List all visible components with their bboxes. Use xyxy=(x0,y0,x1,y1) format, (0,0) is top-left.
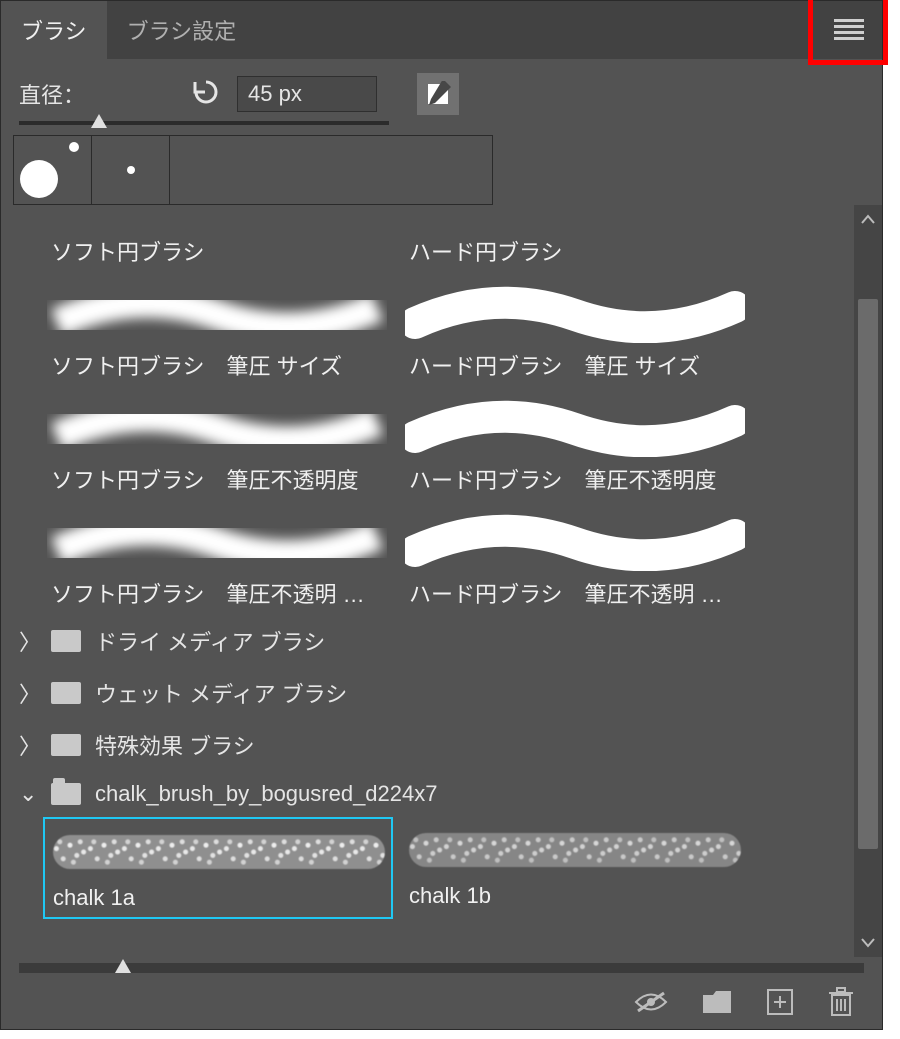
delete-brush-button[interactable] xyxy=(828,987,854,1022)
folder-label: 特殊効果 ブラシ xyxy=(95,729,255,761)
chevron-up-icon xyxy=(861,214,875,224)
folder-open-icon xyxy=(51,783,81,805)
brush-item-hard-3[interactable]: ハード円ブラシ 筆圧不透明 … xyxy=(401,501,751,615)
brush-label: chalk 1b xyxy=(401,883,751,909)
brush-item-soft-1[interactable]: ソフト円ブラシ 筆圧 サイズ xyxy=(43,273,393,387)
brush-label: ハード円ブラシ 筆圧 サイズ xyxy=(401,349,751,381)
new-page-icon xyxy=(766,988,794,1016)
trash-icon xyxy=(828,987,854,1017)
panel-tabs: ブラシ ブラシ設定 xyxy=(1,1,882,59)
folder-icon xyxy=(51,630,81,652)
folder-chalk[interactable]: ⌄ chalk_brush_by_bogusred_d224x7 xyxy=(15,771,848,817)
eye-strike-icon xyxy=(634,991,668,1013)
chevron-down-icon xyxy=(861,938,875,948)
new-brush-button[interactable] xyxy=(766,988,794,1021)
tab-brushes[interactable]: ブラシ xyxy=(1,1,107,59)
brush-label: ソフト円ブラシ 筆圧不透明度 xyxy=(43,463,393,495)
brush-tip-large[interactable] xyxy=(14,136,92,204)
brush-label: ソフト円ブラシ 筆圧 サイズ xyxy=(43,349,393,381)
folder-icon xyxy=(51,682,81,704)
brush-label: chalk 1a xyxy=(45,885,391,911)
size-row: 直径： xyxy=(1,59,882,115)
brush-item-soft-3[interactable]: ソフト円ブラシ 筆圧不透明 … xyxy=(43,501,393,615)
brush-item-hard-1[interactable]: ハード円ブラシ 筆圧 サイズ xyxy=(401,273,751,387)
size-slider[interactable] xyxy=(1,115,882,135)
panel-menu-button[interactable] xyxy=(821,7,877,53)
folder-special-effects[interactable]: 〉 特殊効果 ブラシ xyxy=(15,719,848,771)
brush-item-hard-2[interactable]: ハード円ブラシ 筆圧不透明度 xyxy=(401,387,751,501)
brush-item-hard-0[interactable]: ハード円ブラシ xyxy=(401,209,751,273)
hamburger-icon xyxy=(834,19,864,41)
vertical-scrollbar[interactable] xyxy=(854,205,882,957)
brush-stroke-preview xyxy=(170,136,492,204)
brush-label: ハード円ブラシ 筆圧不透明 … xyxy=(401,577,751,609)
brush-item-chalk-1b[interactable]: chalk 1b xyxy=(401,817,751,919)
create-brush-button[interactable] xyxy=(417,73,459,115)
scroll-thumb[interactable] xyxy=(858,299,878,849)
thumbnail-size-slider[interactable] xyxy=(1,957,882,979)
brush-icon xyxy=(425,81,451,107)
chevron-right-icon: 〉 xyxy=(19,677,37,709)
brush-label: ソフト円ブラシ xyxy=(43,235,393,267)
folder-icon xyxy=(51,734,81,756)
folder-wet-media[interactable]: 〉 ウェット メディア ブラシ xyxy=(15,667,848,719)
chevron-right-icon: 〉 xyxy=(19,625,37,657)
scroll-down-button[interactable] xyxy=(854,929,882,957)
folder-label: ウェット メディア ブラシ xyxy=(95,677,347,709)
chevron-down-icon: ⌄ xyxy=(19,781,37,807)
scroll-up-button[interactable] xyxy=(854,205,882,233)
brush-label: ハード円ブラシ 筆圧不透明度 xyxy=(401,463,751,495)
tab-brush-settings[interactable]: ブラシ設定 xyxy=(107,1,257,59)
chevron-right-icon: 〉 xyxy=(19,729,37,761)
size-input[interactable] xyxy=(237,76,377,112)
folder-dry-media[interactable]: 〉 ドライ メディア ブラシ xyxy=(15,615,848,667)
toggle-preview-button[interactable] xyxy=(634,991,668,1018)
size-label: 直径： xyxy=(19,78,85,110)
brush-label: ソフト円ブラシ 筆圧不透明 … xyxy=(43,577,393,609)
new-group-button[interactable] xyxy=(702,990,732,1019)
brush-item-chalk-1a[interactable]: chalk 1a xyxy=(43,817,393,919)
panel-toolbar xyxy=(1,979,882,1029)
undo-icon xyxy=(191,78,221,104)
brush-list: ソフト円ブラシ ハード円ブラシ ソフト円ブラシ 筆圧 サイズ ハード円ブラシ 筆… xyxy=(1,205,854,957)
brush-tip-small[interactable] xyxy=(92,136,170,204)
folder-icon xyxy=(702,990,732,1014)
reset-size-button[interactable] xyxy=(191,78,221,110)
brush-tip-preview xyxy=(13,135,493,205)
brushes-panel: ブラシ ブラシ設定 直径： xyxy=(0,0,883,1030)
folder-label: chalk_brush_by_bogusred_d224x7 xyxy=(95,781,437,807)
folder-label: ドライ メディア ブラシ xyxy=(95,625,325,657)
brush-item-soft-0[interactable]: ソフト円ブラシ xyxy=(43,209,393,273)
brush-label: ハード円ブラシ xyxy=(401,235,751,267)
brush-item-soft-2[interactable]: ソフト円ブラシ 筆圧不透明度 xyxy=(43,387,393,501)
